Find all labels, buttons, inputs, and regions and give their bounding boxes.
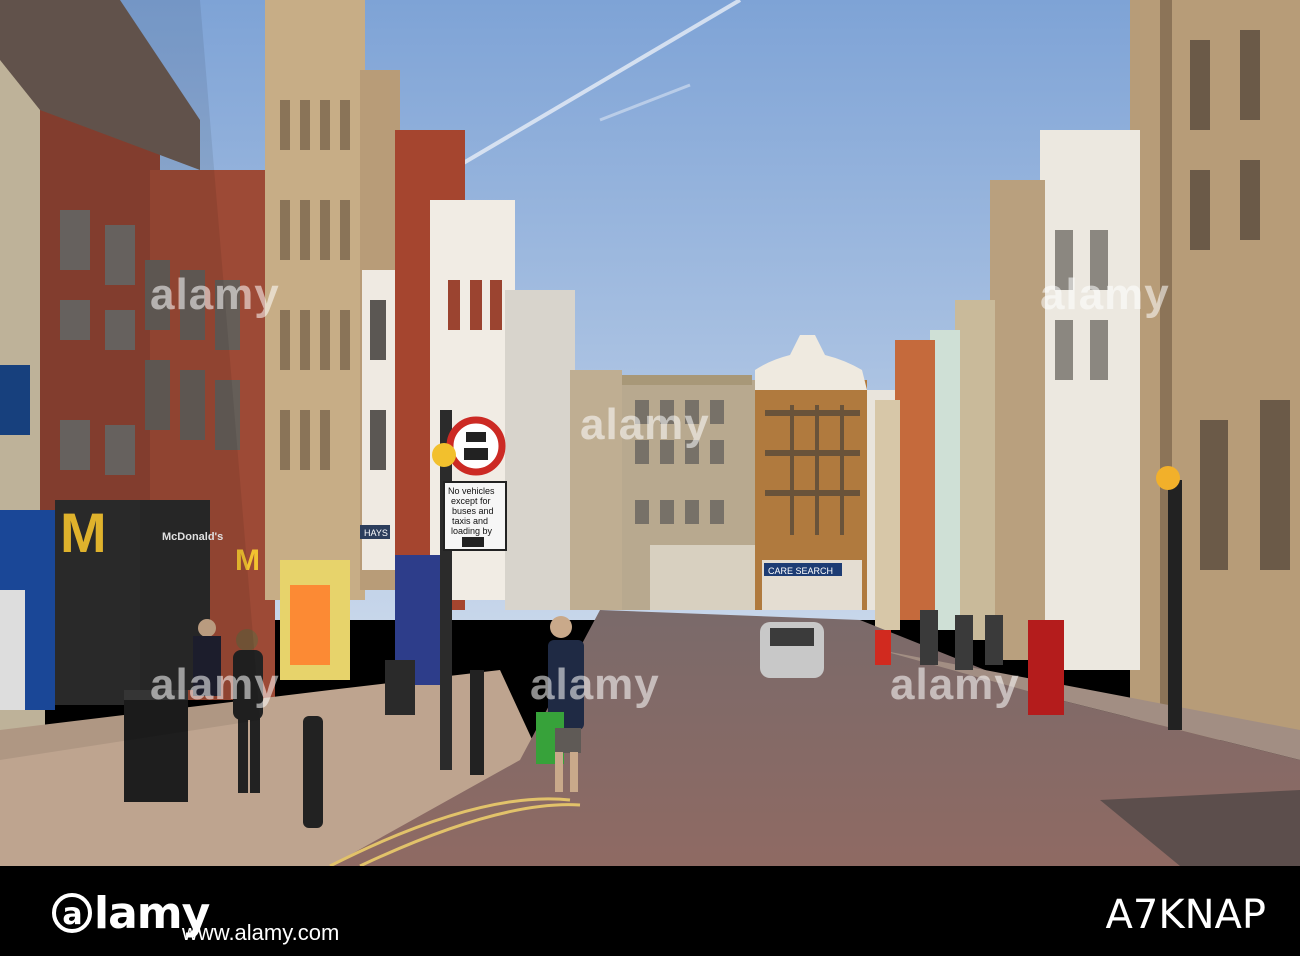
post-box bbox=[1028, 620, 1064, 715]
building-right-stone bbox=[1130, 0, 1300, 740]
watermark: alamy bbox=[1040, 270, 1170, 319]
watermark: alamy bbox=[150, 660, 280, 709]
image-id: A7KNAP bbox=[1105, 892, 1266, 938]
svg-text:No vehicles except for: No vehicles except for buses and taxis a… bbox=[448, 486, 497, 536]
watermark: alamy bbox=[530, 660, 660, 709]
building-modern-block bbox=[505, 290, 575, 610]
watermark: alamy bbox=[890, 660, 1020, 709]
alamy-site-url: www.alamy.com bbox=[182, 920, 340, 945]
no-vehicles-sign bbox=[446, 416, 506, 476]
watermark: alamy bbox=[580, 400, 710, 449]
hays-sign: HAYS bbox=[364, 528, 388, 538]
alamy-logo-mark: a bbox=[52, 893, 92, 933]
bollard bbox=[303, 716, 323, 828]
building-victorian bbox=[265, 0, 365, 600]
search-shop-sign: CARE SEARCH bbox=[768, 566, 833, 576]
watermark: alamy bbox=[150, 270, 280, 319]
belisha-beacon bbox=[1156, 466, 1180, 490]
